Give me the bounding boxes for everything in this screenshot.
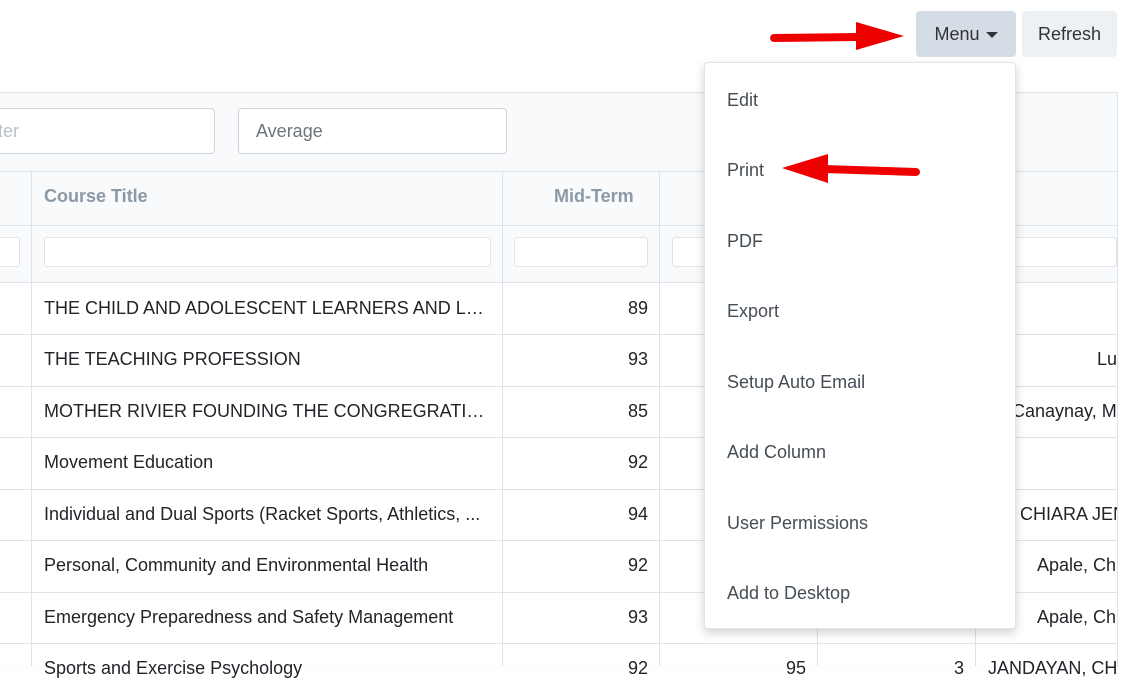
cell-instructor: Apale, Ch xyxy=(1037,555,1117,575)
cell-mid-term: 92 xyxy=(627,555,648,575)
cell-instructor: JANDAYAN, CHI xyxy=(988,658,1117,678)
column-divider xyxy=(31,171,32,666)
cell-mid-term: 93 xyxy=(627,607,648,627)
menu-button[interactable]: Menu xyxy=(916,11,1016,57)
caret-down-icon xyxy=(985,32,998,38)
menu-item-setup-auto-email[interactable]: Setup Auto Email xyxy=(727,372,865,393)
refresh-button[interactable]: Refresh xyxy=(1022,11,1117,57)
cell-course-title: Individual and Dual Sports (Racket Sport… xyxy=(44,504,481,524)
cell-mid-term: 92 xyxy=(627,452,648,472)
menu-item-add-to-desktop[interactable]: Add to Desktop xyxy=(727,583,850,604)
cell-course-title: Sports and Exercise Psychology xyxy=(44,658,303,678)
semester-filter-input[interactable]: ester xyxy=(0,108,215,154)
cell-units: 3 xyxy=(953,658,964,678)
column-filter-code[interactable] xyxy=(0,237,20,267)
menu-item-add-column[interactable]: Add Column xyxy=(727,442,826,463)
row-divider xyxy=(0,643,1117,644)
cell-mid-term: 85 xyxy=(627,401,648,421)
cell-mid-term: 89 xyxy=(627,298,648,318)
cell-mid-term: 92 xyxy=(627,658,648,678)
cell-course-title: THE TEACHING PROFESSION xyxy=(44,349,301,369)
menu-item-export[interactable]: Export xyxy=(727,301,779,322)
cell-mid-term: 94 xyxy=(627,504,648,524)
cell-course-title: THE CHILD AND ADOLESCENT LEARNERS AND LE… xyxy=(44,298,490,318)
average-filter-placeholder: Average xyxy=(256,120,323,141)
menu-button-label: Menu xyxy=(934,23,980,44)
cell-final: 95 xyxy=(785,658,806,678)
semester-filter-placeholder: ester xyxy=(0,120,20,141)
column-filter-mid-term[interactable] xyxy=(514,237,648,267)
column-filter-course-title[interactable] xyxy=(44,237,491,267)
column-divider xyxy=(502,171,503,666)
menu-item-user-permissions[interactable]: User Permissions xyxy=(727,513,868,534)
menu-item-print[interactable]: Print xyxy=(727,160,764,181)
menu-item-pdf[interactable]: PDF xyxy=(727,231,763,252)
cell-course-title: Movement Education xyxy=(44,452,214,472)
column-header-mid-term[interactable]: Mid-Term xyxy=(554,186,634,207)
cell-instructor: CHIARA JEN xyxy=(1020,504,1117,524)
cell-course-title: Emergency Preparedness and Safety Manage… xyxy=(44,607,454,627)
cell-course-title: MOTHER RIVIER FOUNDING THE CONGREGRATION xyxy=(44,401,490,421)
table-row[interactable]: Sports and Exercise Psychology 92 95 3 J… xyxy=(0,643,1117,694)
column-header-course-title[interactable]: Course Title xyxy=(44,186,148,207)
cell-instructor: Apale, Ch xyxy=(1037,607,1117,627)
cell-instructor: Canaynay, M xyxy=(1012,401,1117,421)
cell-mid-term: 93 xyxy=(627,349,648,369)
menu-item-edit[interactable]: Edit xyxy=(727,90,758,111)
column-divider xyxy=(659,171,660,666)
cell-course-title: Personal, Community and Environmental He… xyxy=(44,555,429,575)
menu-dropdown: Edit Print PDF Export Setup Auto Email A… xyxy=(704,62,1016,629)
average-filter-input[interactable]: Average xyxy=(238,108,507,154)
